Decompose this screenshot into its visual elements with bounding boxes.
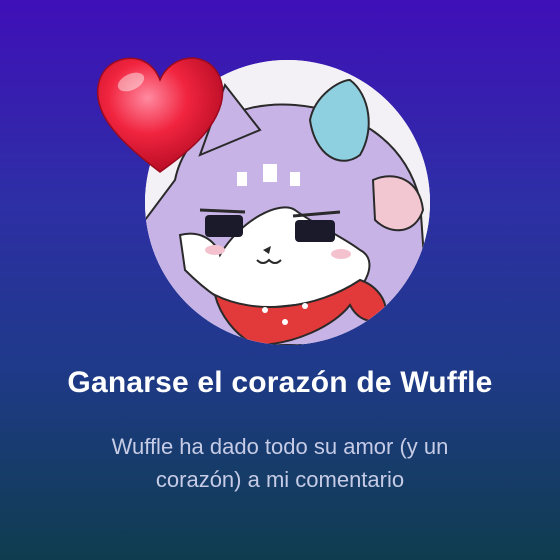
achievement-description: Wuffle ha dado todo su amor (y un corazó… xyxy=(111,434,449,492)
heart-icon xyxy=(93,52,228,177)
achievement-title: Ganarse el corazón de Wuffle xyxy=(67,366,493,399)
achievement-badge xyxy=(96,57,430,345)
